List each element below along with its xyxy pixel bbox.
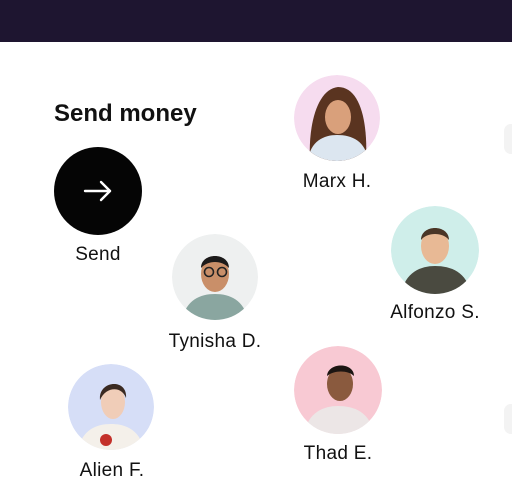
contact-name: Thad E.	[303, 443, 373, 464]
edge-hint	[504, 404, 512, 434]
send-button[interactable]	[54, 147, 142, 235]
send-label: Send	[75, 244, 121, 265]
arrow-right-icon	[83, 180, 112, 202]
contact-name: Alien F.	[79, 460, 145, 481]
avatar-alien-f[interactable]	[68, 364, 154, 450]
contact-name: Marx H.	[302, 171, 372, 192]
avatar-tynisha-d[interactable]	[172, 234, 258, 320]
contact-name: Alfonzo S.	[390, 302, 480, 323]
avatar-thad-e[interactable]	[294, 346, 382, 434]
avatar-marx-h[interactable]	[294, 75, 380, 161]
avatar-alfonzo-s[interactable]	[391, 206, 479, 294]
edge-hint	[504, 124, 512, 154]
contact-name: Tynisha D.	[168, 331, 262, 352]
avatar-face	[325, 100, 351, 134]
page-title: Send money	[54, 100, 197, 127]
top-bar	[0, 0, 512, 42]
